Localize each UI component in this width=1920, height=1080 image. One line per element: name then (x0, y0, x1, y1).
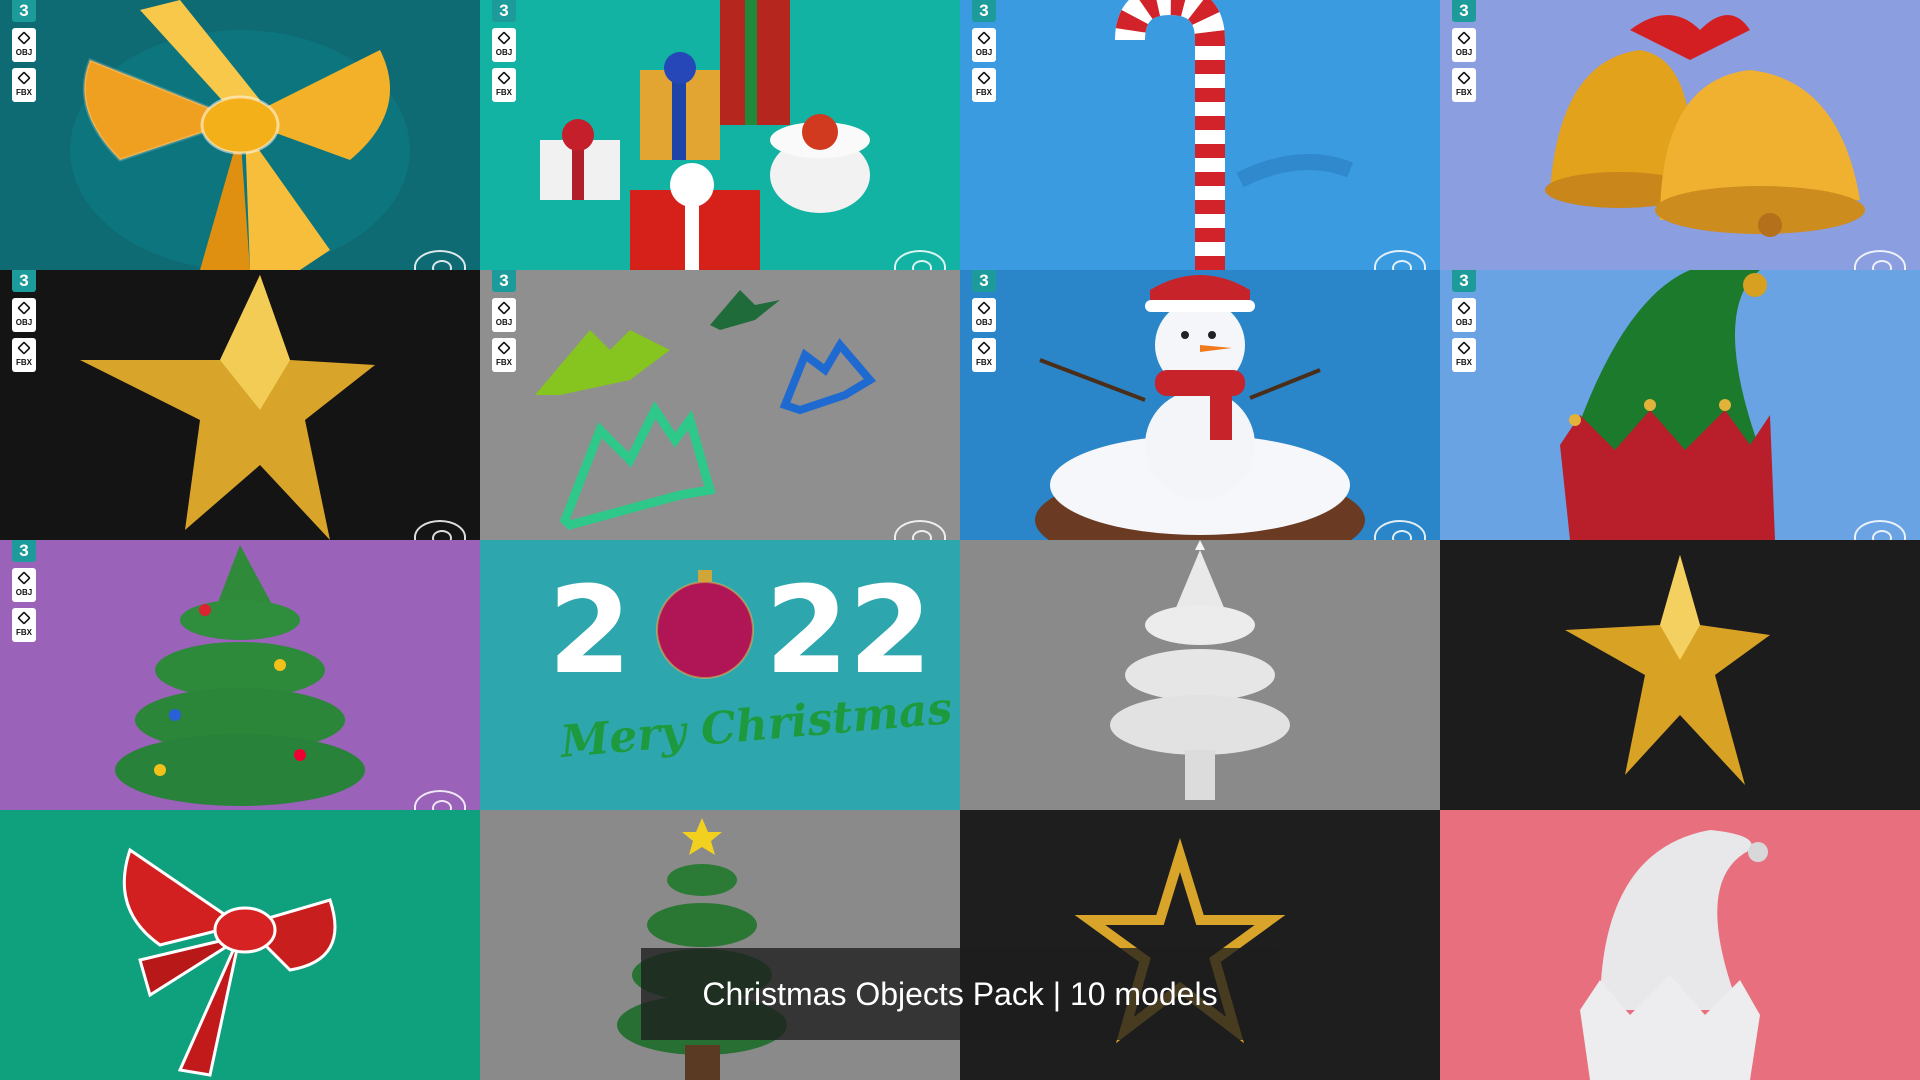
3dsmax-icon: 3 (1452, 0, 1476, 22)
tile-gold-star[interactable]: 3 OBJ FBX (0, 270, 480, 540)
3dsmax-icon: 3 (972, 270, 996, 292)
tile-year-2022[interactable]: 2 22 Mery Christmas (480, 540, 960, 810)
fbx-file-icon: FBX (972, 338, 996, 372)
red-bow-image (122, 847, 337, 1077)
cookie-cutters-image (535, 290, 877, 531)
fbx-file-icon: FBX (12, 338, 36, 372)
video-caption: Christmas Objects Pack | 10 models (641, 948, 1279, 1040)
obj-file-icon: OBJ (12, 298, 36, 332)
tile-candy-cane[interactable]: 3 OBJ FBX (960, 0, 1440, 270)
fbx-file-icon: FBX (492, 68, 516, 102)
fbx-file-icon: FBX (492, 338, 516, 372)
format-badges: 3 OBJ FBX (492, 0, 516, 102)
obj-file-icon: OBJ (492, 28, 516, 62)
elf-hat-green-image (1560, 270, 1775, 540)
format-badges: 3 OBJ FBX (12, 270, 36, 372)
format-badges: 3 OBJ FBX (492, 270, 516, 372)
tile-elf-hat-white[interactable] (1440, 810, 1920, 1080)
year-2022-text-left: 2 (548, 562, 632, 701)
3dsmax-icon: 3 (1452, 270, 1476, 292)
fbx-file-icon: FBX (1452, 68, 1476, 102)
tree-white-image (1110, 540, 1290, 800)
tile-gold-bow[interactable]: 3 OBJ FBX (0, 0, 480, 270)
fbx-file-icon: FBX (12, 68, 36, 102)
gift-boxes-image (540, 0, 870, 270)
3dsmax-icon: 3 (972, 0, 996, 22)
tile-tree-white[interactable] (960, 540, 1440, 810)
format-badges: 3 OBJ FBX (972, 0, 996, 102)
tile-gold-star-small[interactable] (1440, 540, 1920, 810)
tile-gift-boxes[interactable]: 3 OBJ FBX (480, 0, 960, 270)
format-badges: 3 OBJ FBX (1452, 270, 1476, 372)
gold-star-small-image (1565, 555, 1770, 785)
obj-file-icon: OBJ (972, 28, 996, 62)
3dsmax-icon: 3 (12, 540, 36, 562)
thumbnail-grid: 3 OBJ FBX 3 OBJ FBX 3 OBJ FBX 3OBJ FBX 3… (0, 0, 1920, 1080)
3dsmax-icon: 3 (492, 0, 516, 22)
obj-file-icon: OBJ (12, 568, 36, 602)
obj-file-icon: OBJ (492, 298, 516, 332)
fbx-file-icon: FBX (972, 68, 996, 102)
obj-file-icon: OBJ (972, 298, 996, 332)
tile-tree-cookie-cutters[interactable]: 3 OBJ FBX (480, 270, 960, 540)
tile-gold-bells[interactable]: 3 OBJ FBX (1440, 0, 1920, 270)
obj-file-icon: OBJ (12, 28, 36, 62)
year-2022-text-right: 22 (765, 562, 932, 701)
gold-bow-image (70, 0, 410, 270)
tile-red-bow[interactable] (0, 810, 480, 1080)
format-badges: 3 OBJ FBX (12, 540, 36, 642)
format-badges: 3 OBJ FBX (1452, 0, 1476, 102)
gold-bells-image (1545, 15, 1865, 237)
obj-file-icon: OBJ (1452, 28, 1476, 62)
format-badges: 3 OBJ FBX (972, 270, 996, 372)
fbx-file-icon: FBX (1452, 338, 1476, 372)
3dsmax-icon: 3 (492, 270, 516, 292)
snowman-globe-image (1035, 275, 1365, 540)
format-badges: 3 OBJ FBX (12, 0, 36, 102)
tree-green-image (115, 545, 365, 806)
tile-christmas-tree-green[interactable]: 3 OBJ FBX (0, 540, 480, 810)
tile-snowman-globe[interactable]: 3 OBJ FBX (960, 270, 1440, 540)
obj-file-icon: OBJ (1452, 298, 1476, 332)
gold-star-image (80, 275, 375, 540)
candy-cane-image (1115, 0, 1353, 270)
tile-elf-hat-green[interactable]: 3 OBJ FBX (1440, 270, 1920, 540)
fbx-file-icon: FBX (12, 608, 36, 642)
elf-hat-white-image (1580, 830, 1768, 1080)
3dsmax-icon: 3 (12, 270, 36, 292)
3dsmax-icon: 3 (12, 0, 36, 22)
